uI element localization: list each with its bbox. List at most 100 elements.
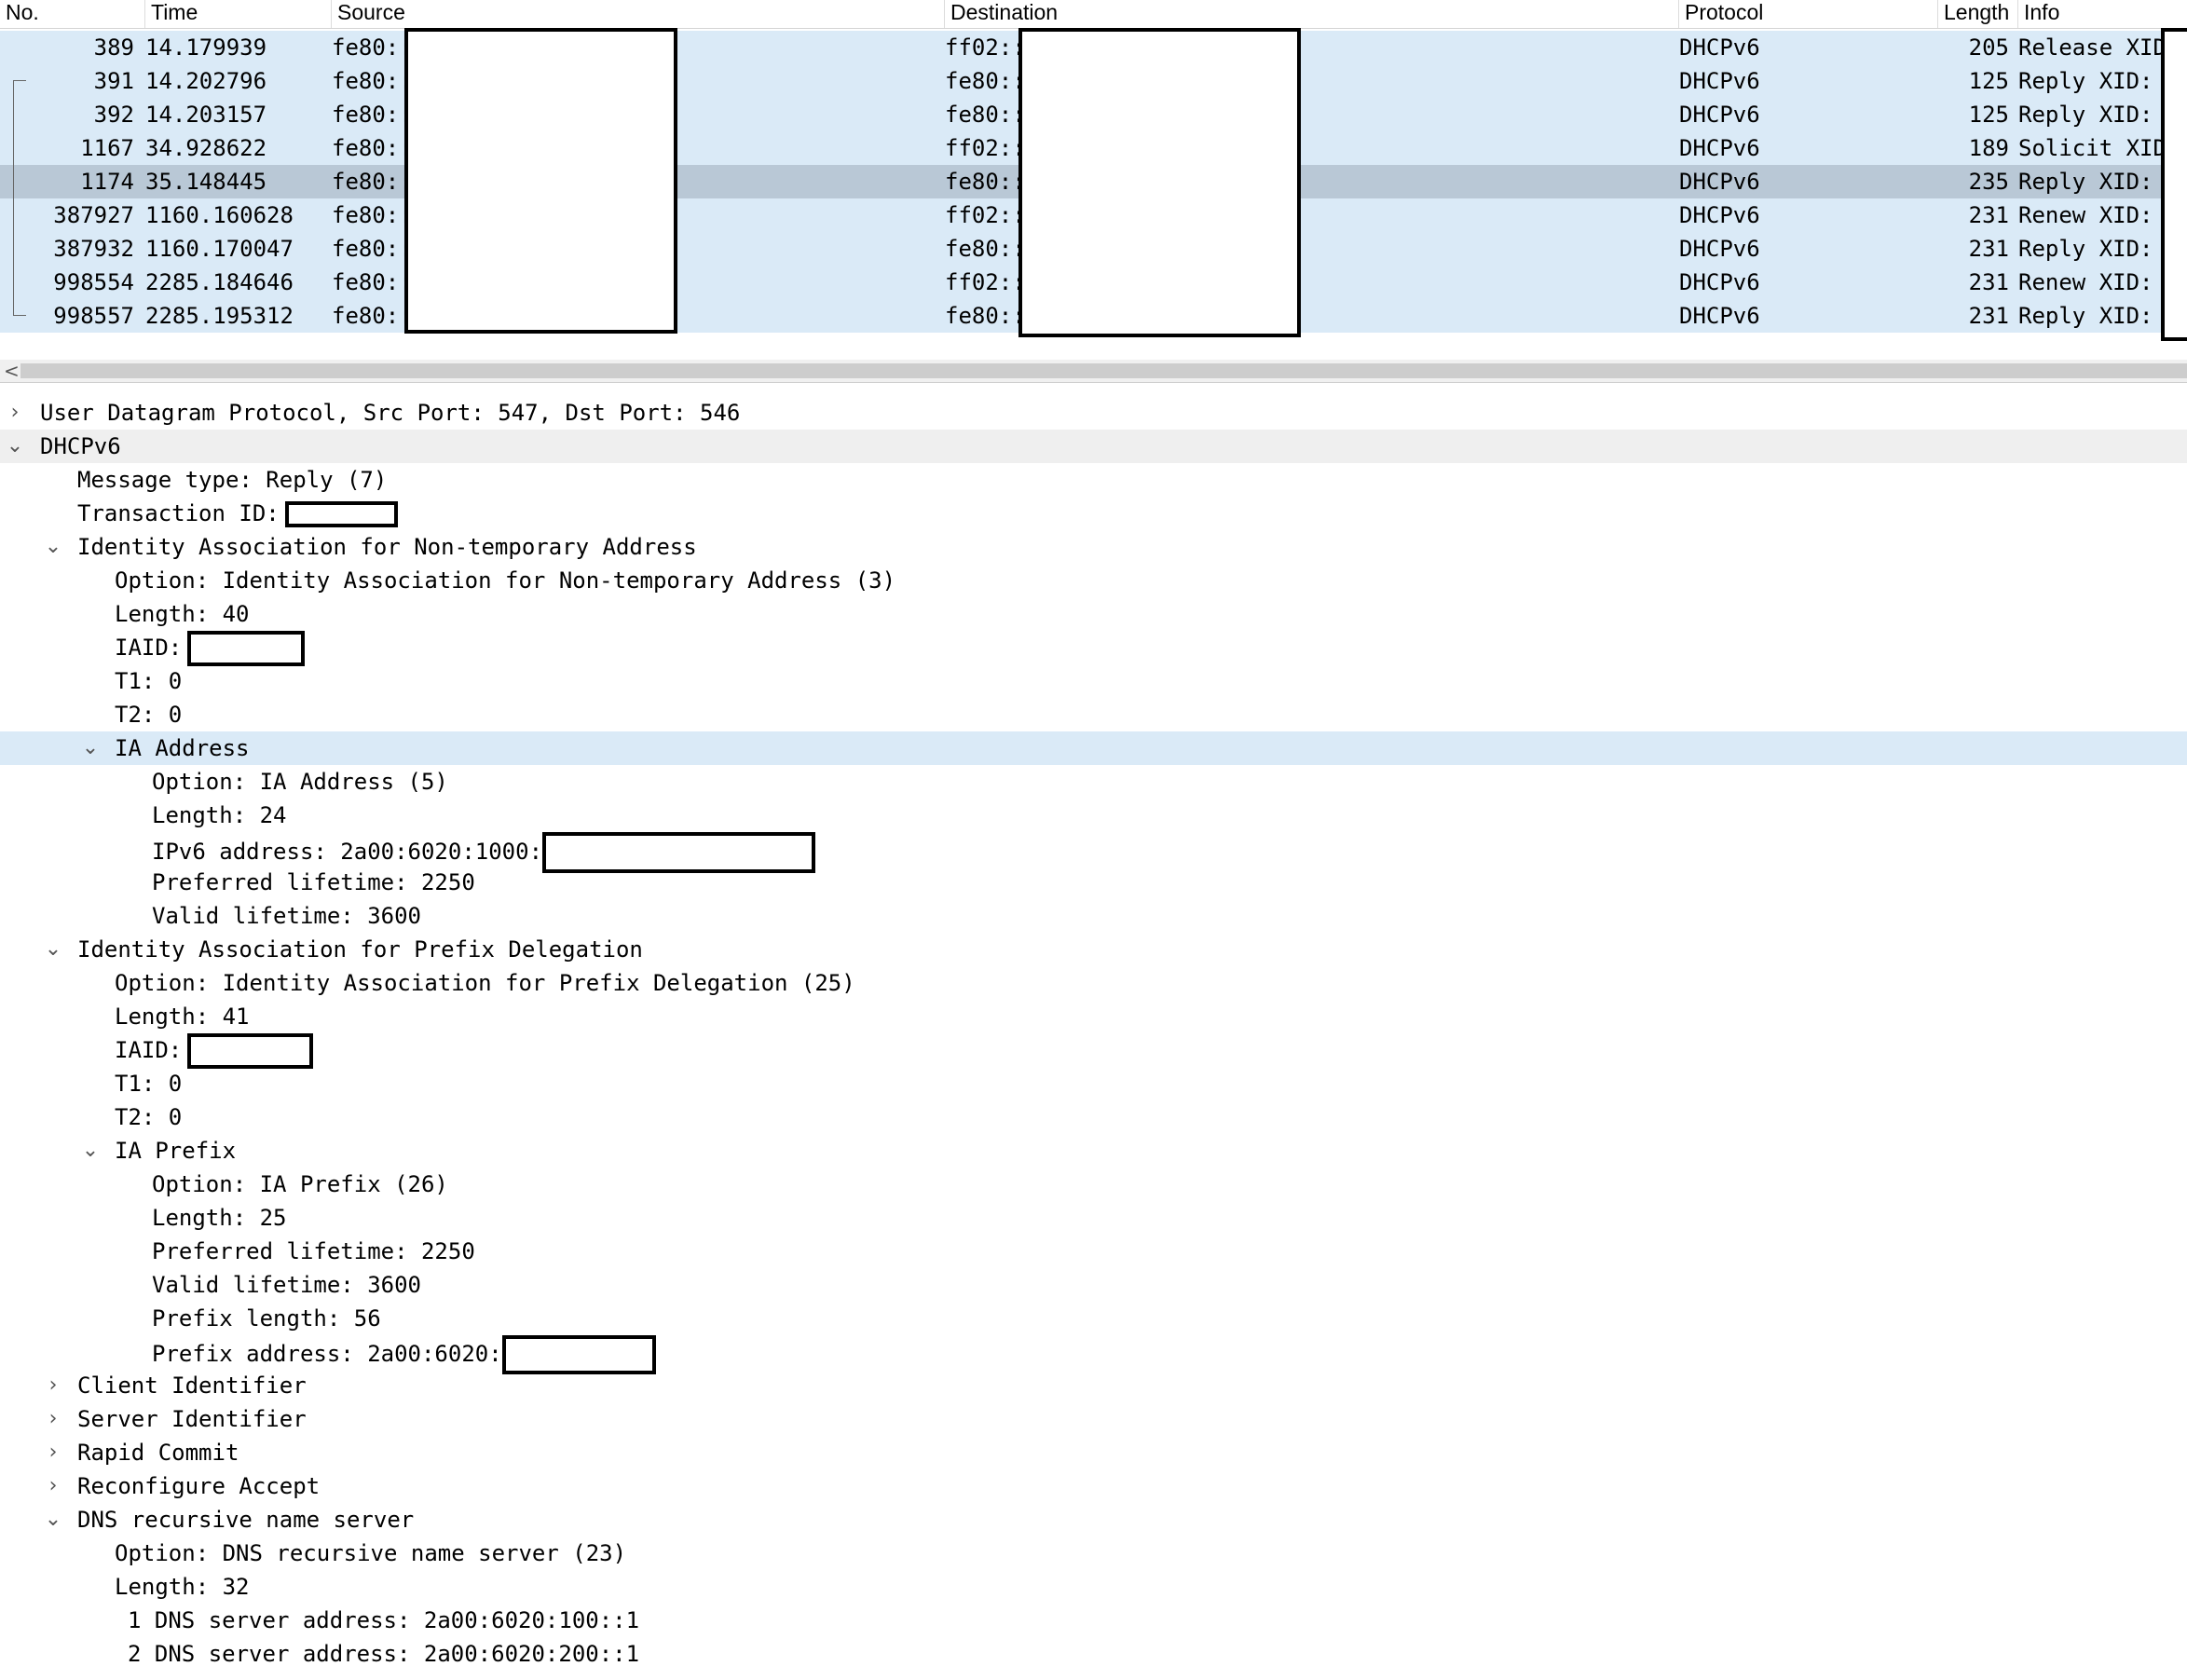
horizontal-scrollbar[interactable]: < (0, 360, 2187, 383)
scrollbar-thumb[interactable] (21, 363, 2187, 378)
tree-item-label: Length: 32 (115, 1574, 250, 1600)
tree-item-ia-address-valid[interactable]: Valid lifetime: 3600 (0, 899, 2187, 933)
chevron-down-icon[interactable]: ⌄ (44, 933, 62, 966)
tree-item-reconfigure-accept[interactable]: › Reconfigure Accept (0, 1469, 2187, 1503)
packet-time: 35.148445 (145, 169, 267, 195)
tree-item-dns-length[interactable]: Length: 32 (0, 1570, 2187, 1604)
tree-item-label: Option: Identity Association for Non-tem… (115, 567, 896, 594)
chevron-down-icon[interactable]: ⌄ (44, 1503, 62, 1537)
tree-item-ia-address-length[interactable]: Length: 24 (0, 799, 2187, 832)
chevron-down-icon[interactable]: ⌄ (44, 530, 62, 564)
tree-item-ia-prefix-length[interactable]: Length: 25 (0, 1201, 2187, 1235)
tree-item-ia-pd-length[interactable]: Length: 41 (0, 1000, 2187, 1033)
tree-item-label: Length: 25 (152, 1205, 287, 1231)
chevron-right-icon[interactable]: › (44, 1369, 62, 1402)
tree-item-server-identifier[interactable]: › Server Identifier (0, 1402, 2187, 1436)
tree-item-udp[interactable]: › User Datagram Protocol, Src Port: 547,… (0, 396, 2187, 430)
tree-item-label: Identity Association for Non-temporary A… (77, 534, 697, 560)
tree-item-ia-pd-iaid[interactable]: IAID: (0, 1033, 2187, 1069)
packet-time: 34.928622 (145, 135, 267, 161)
tree-item-ia-na-iaid[interactable]: IAID: (0, 631, 2187, 666)
tree-item-label: Transaction ID: (77, 500, 280, 526)
tree-item-ia-pd-t2[interactable]: T2: 0 (0, 1100, 2187, 1134)
chevron-right-icon[interactable]: › (6, 396, 24, 430)
tree-item-ia-prefix-option[interactable]: Option: IA Prefix (26) (0, 1168, 2187, 1201)
packet-length: 231 (1968, 303, 2009, 329)
tree-item-ia-address[interactable]: ⌄ IA Address (0, 731, 2187, 765)
tree-item-ipv6-address[interactable]: IPv6 address: 2a00:6020:1000: (0, 832, 2187, 873)
packet-time: 14.202796 (145, 68, 267, 94)
tree-item-ia-na-length[interactable]: Length: 40 (0, 597, 2187, 631)
tree-item-label: Message type: Reply (7) (77, 467, 388, 493)
packet-length: 235 (1968, 169, 2009, 195)
tree-item-ia-address-preferred[interactable]: Preferred lifetime: 2250 (0, 866, 2187, 899)
packet-no: 1174 (80, 169, 134, 195)
tree-item-label: Option: DNS recursive name server (23) (115, 1540, 627, 1566)
tree-item-label: IAID: (115, 1037, 183, 1063)
packet-time: 1160.160628 (145, 202, 294, 228)
tree-item-label: 2 DNS server address: 2a00:6020:200::1 (128, 1641, 640, 1667)
packet-protocol: DHCPv6 (1679, 236, 1760, 262)
packet-list[interactable]: No. Time Source Destination Protocol Len… (0, 0, 2187, 341)
tree-item-dns-address-1[interactable]: 1 DNS server address: 2a00:6020:100::1 (0, 1604, 2187, 1637)
packet-protocol: DHCPv6 (1679, 269, 1760, 295)
packet-protocol: DHCPv6 (1679, 34, 1760, 61)
tree-item-rapid-commit[interactable]: › Rapid Commit (0, 1436, 2187, 1469)
column-header-no[interactable]: No. (0, 0, 145, 28)
packet-protocol: DHCPv6 (1679, 68, 1760, 94)
tree-item-ia-pd-option[interactable]: Option: Identity Association for Prefix … (0, 966, 2187, 1000)
tree-item-label: IPv6 address: 2a00:6020:1000: (152, 839, 543, 865)
column-header-protocol[interactable]: Protocol (1679, 0, 1938, 28)
tree-item-client-identifier[interactable]: › Client Identifier (0, 1369, 2187, 1402)
tree-item-label: T2: 0 (115, 702, 183, 728)
tree-item-label: Option: IA Prefix (26) (152, 1171, 448, 1197)
column-header-length[interactable]: Length (1938, 0, 2018, 28)
tree-item-dns-server[interactable]: ⌄ DNS recursive name server (0, 1503, 2187, 1537)
chevron-down-icon[interactable]: ⌄ (6, 430, 24, 463)
packet-details-tree[interactable]: › User Datagram Protocol, Src Port: 547,… (0, 396, 2187, 1671)
packet-no: 392 (93, 102, 134, 128)
tree-item-ia-pd-t1[interactable]: T1: 0 (0, 1067, 2187, 1100)
tree-item-transaction-id[interactable]: Transaction ID: (0, 497, 2187, 530)
tree-item-dns-address-2[interactable]: 2 DNS server address: 2a00:6020:200::1 (0, 1637, 2187, 1671)
tree-item-ia-na-option[interactable]: Option: Identity Association for Non-tem… (0, 564, 2187, 597)
tree-item-label: T2: 0 (115, 1104, 183, 1130)
tree-item-ia-prefix-valid[interactable]: Valid lifetime: 3600 (0, 1268, 2187, 1302)
chevron-down-icon[interactable]: ⌄ (81, 1134, 100, 1168)
scroll-left-arrow-icon[interactable]: < (4, 360, 20, 382)
tree-item-dhcpv6[interactable]: ⌄ DHCPv6 (0, 430, 2187, 463)
tree-item-ia-na-t1[interactable]: T1: 0 (0, 664, 2187, 698)
tree-item-ia-address-option[interactable]: Option: IA Address (5) (0, 765, 2187, 799)
chevron-right-icon[interactable]: › (44, 1469, 62, 1503)
tree-item-label: Prefix length: 56 (152, 1305, 381, 1332)
column-header-destination[interactable]: Destination (945, 0, 1679, 28)
tree-item-message-type[interactable]: Message type: Reply (7) (0, 463, 2187, 497)
tree-item-label: DHCPv6 (40, 433, 121, 459)
column-header-info[interactable]: Info (2018, 0, 2187, 28)
tree-item-ia-pd[interactable]: ⌄ Identity Association for Prefix Delega… (0, 933, 2187, 966)
tree-item-prefix-address[interactable]: Prefix address: 2a00:6020: (0, 1335, 2187, 1374)
packet-length: 231 (1968, 236, 2009, 262)
column-header-source[interactable]: Source (332, 0, 945, 28)
chevron-right-icon[interactable]: › (44, 1436, 62, 1469)
redaction-box-source (404, 28, 677, 334)
packet-no: 1167 (80, 135, 134, 161)
redaction-box-destination (1018, 28, 1301, 337)
tree-item-ia-na[interactable]: ⌄ Identity Association for Non-temporary… (0, 530, 2187, 564)
tree-item-label: Length: 40 (115, 601, 250, 627)
tree-item-label: Option: Identity Association for Prefix … (115, 970, 855, 996)
tree-item-ia-prefix[interactable]: ⌄ IA Prefix (0, 1134, 2187, 1168)
tree-item-ia-prefix-preferred[interactable]: Preferred lifetime: 2250 (0, 1235, 2187, 1268)
packet-protocol: DHCPv6 (1679, 135, 1760, 161)
tree-item-label: T1: 0 (115, 1071, 183, 1097)
packet-no: 387932 (53, 236, 134, 262)
tree-item-label: User Datagram Protocol, Src Port: 547, D… (40, 400, 741, 426)
packet-no: 998554 (53, 269, 134, 295)
column-header-time[interactable]: Time (145, 0, 332, 28)
chevron-right-icon[interactable]: › (44, 1402, 62, 1436)
chevron-down-icon[interactable]: ⌄ (81, 731, 100, 765)
tree-item-ia-na-t2[interactable]: T2: 0 (0, 698, 2187, 731)
tree-item-label: IA Prefix (115, 1138, 237, 1164)
tree-item-prefix-length[interactable]: Prefix length: 56 (0, 1302, 2187, 1335)
tree-item-dns-option[interactable]: Option: DNS recursive name server (23) (0, 1537, 2187, 1570)
